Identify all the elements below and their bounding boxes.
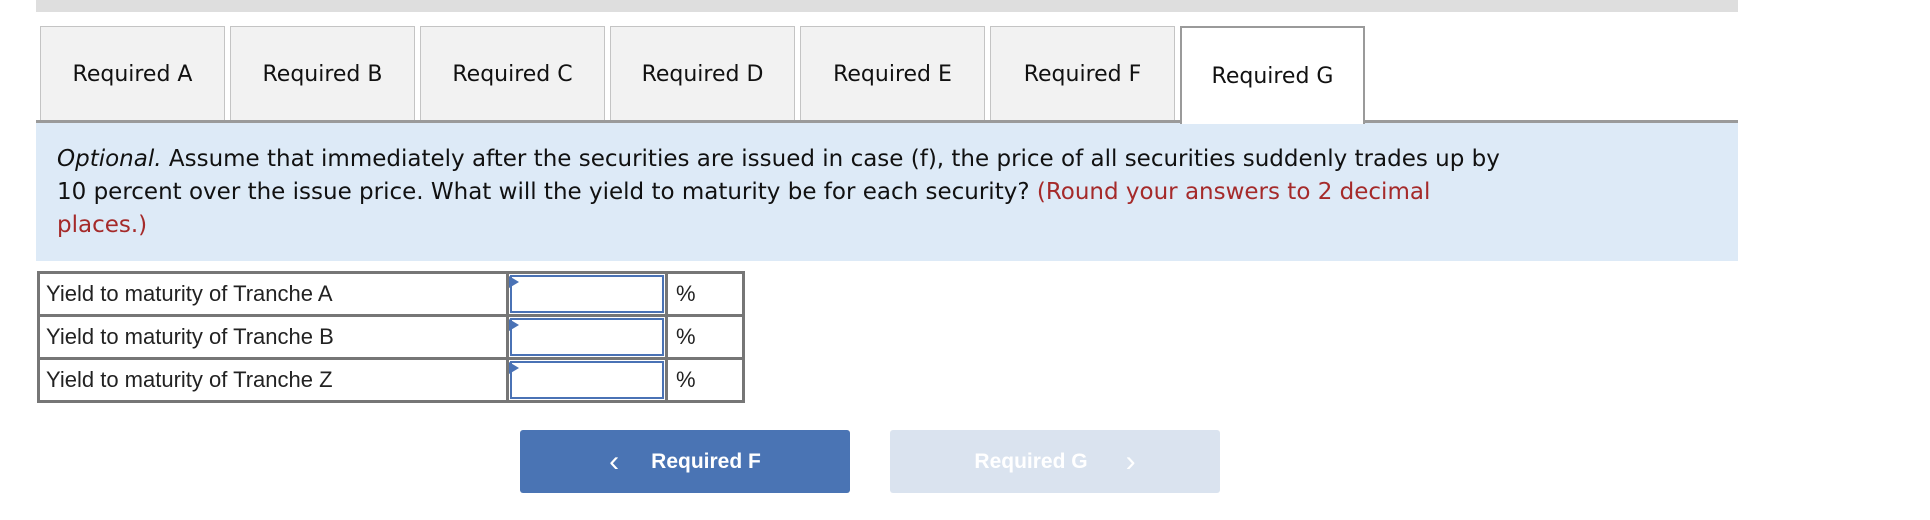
question-text: Optional. Assume that immediately after … [57,143,1500,242]
rounding-instruction: (Round your answers to 2 decimal [1029,179,1431,205]
ytm-tranche-a-input-box [510,275,664,313]
input-cell [506,357,668,403]
question-panel: Optional. Assume that immediately after … [36,123,1738,261]
table-row: Yield to maturity of Tranche A % [37,271,745,317]
chevron-left-icon: ‹ [609,444,620,478]
ytm-tranche-z-input[interactable] [512,363,662,397]
unit-label: % [665,271,745,317]
tab-required-a[interactable]: Required A [40,26,225,121]
tab-label: Required E [833,61,952,87]
next-button-label: Required G [974,449,1088,473]
unit-label: % [665,357,745,403]
question-text-part: Assume that immediately after the securi… [161,146,1500,172]
row-label: Yield to maturity of Tranche B [37,314,509,360]
unit-label: % [665,314,745,360]
prev-button-label: Required F [651,449,761,473]
input-cell [506,314,668,360]
question-line-1: Optional. Assume that immediately after … [57,143,1500,176]
tab-required-f[interactable]: Required F [990,26,1175,121]
tab-label: Required F [1023,61,1142,87]
top-progress-bar [36,0,1738,12]
input-flag-icon [509,319,519,331]
tab-label: Required G [1211,63,1334,89]
ytm-tranche-b-input-box [510,318,664,356]
rounding-instruction-cont: places.) [57,212,148,238]
answer-table: Yield to maturity of Tranche A % Yield t… [37,271,745,403]
tab-required-g[interactable]: Required G [1180,26,1365,124]
tab-label: Required C [452,61,573,87]
tab-label: Required B [262,61,383,87]
question-text-part: 10 percent over the issue price. What wi… [57,179,1030,205]
row-label: Yield to maturity of Tranche Z [37,357,509,403]
optional-label: Optional. [57,146,162,172]
next-required-g-button[interactable]: Required G › [890,430,1220,493]
prev-required-f-button[interactable]: ‹ Required F [520,430,850,493]
tab-required-d[interactable]: Required D [610,26,795,121]
tab-required-e[interactable]: Required E [800,26,985,121]
question-line-3: places.) [57,209,1500,242]
question-line-2: 10 percent over the issue price. What wi… [57,176,1500,209]
input-cell [506,271,668,317]
ytm-tranche-z-input-box [510,361,664,399]
row-label: Yield to maturity of Tranche A [37,271,509,317]
ytm-tranche-a-input[interactable] [512,277,662,311]
tab-label: Required D [641,61,764,87]
tab-required-c[interactable]: Required C [420,26,605,121]
ytm-tranche-b-input[interactable] [512,320,662,354]
table-row: Yield to maturity of Tranche Z % [37,357,745,403]
chevron-right-icon: › [1125,444,1136,478]
input-flag-icon [509,362,519,374]
tab-label: Required A [72,61,193,87]
input-flag-icon [509,276,519,288]
tab-required-b[interactable]: Required B [230,26,415,121]
table-row: Yield to maturity of Tranche B % [37,314,745,360]
